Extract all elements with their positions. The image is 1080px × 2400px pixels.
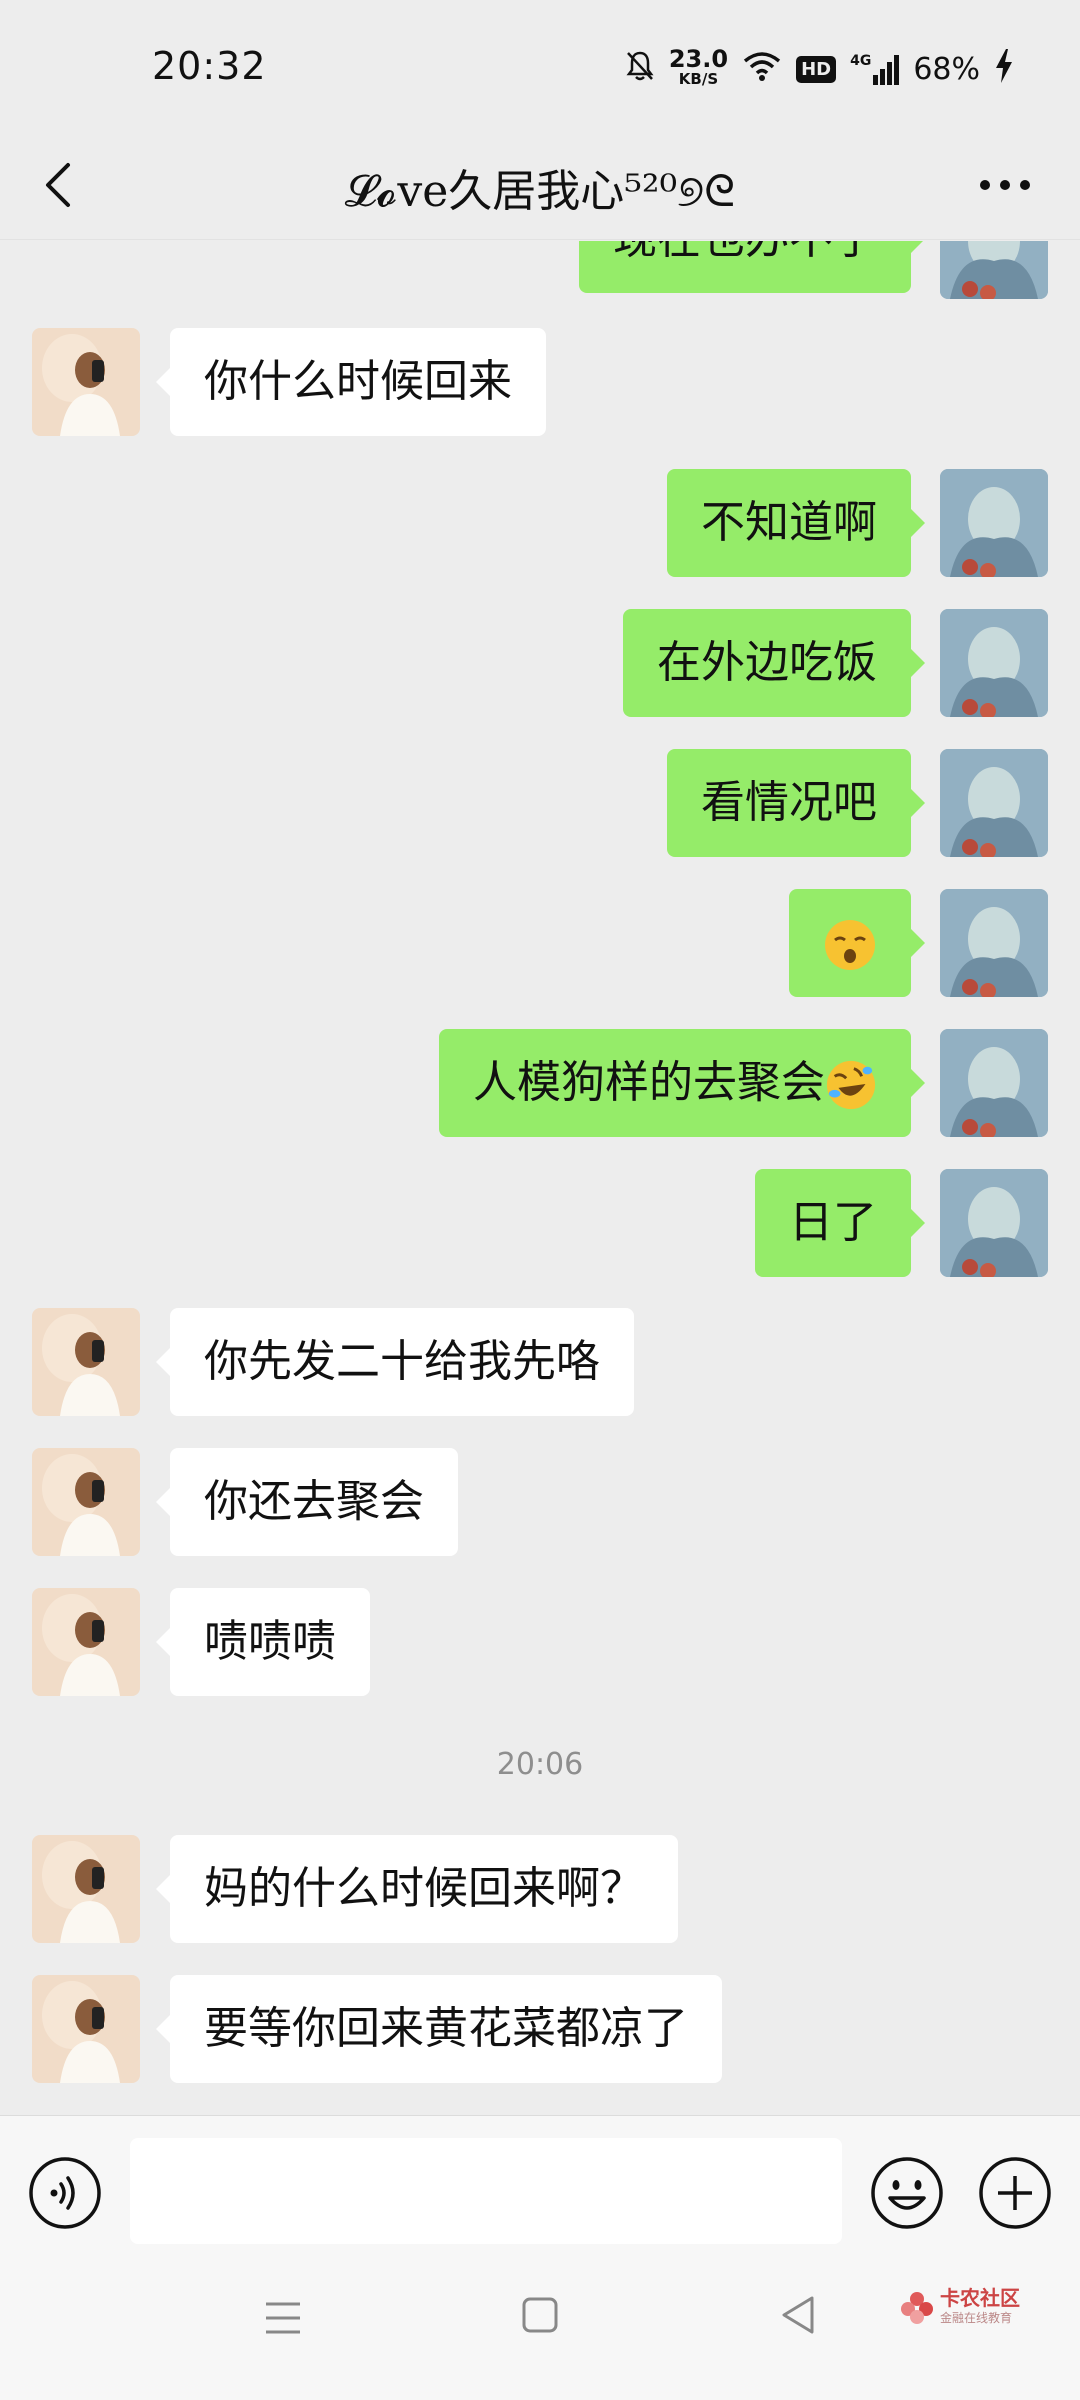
- avatar-self[interactable]: [940, 889, 1048, 997]
- avatar-other[interactable]: [32, 1308, 140, 1416]
- emoji-button[interactable]: [870, 2156, 944, 2230]
- message-bubble[interactable]: 看情况吧: [667, 749, 925, 857]
- watermark-text: 卡农社区 金融在线教育: [940, 2288, 1020, 2328]
- kissing-face-emoji-icon: [825, 920, 875, 970]
- voice-icon: [29, 2157, 101, 2229]
- rolling-laughing-emoji-icon: [826, 1060, 876, 1110]
- avatar-other[interactable]: [32, 328, 140, 436]
- nav-recents-button[interactable]: [262, 2298, 304, 2338]
- message-bubble-emoji[interactable]: [789, 889, 925, 997]
- message-input[interactable]: [130, 2138, 842, 2244]
- avatar-other[interactable]: [32, 1448, 140, 1556]
- watermark-title: 卡农社区: [940, 2286, 1020, 2310]
- chat-header: 𝓛𝓸ve久居我心⁵²⁰୭ᘓ: [0, 135, 1080, 240]
- message-text: 人模狗样的去聚会: [473, 1057, 825, 1108]
- avatar-self[interactable]: [940, 241, 1048, 299]
- voice-button[interactable]: [28, 2156, 102, 2230]
- signal-icon: 4G: [850, 53, 900, 85]
- more-dots-icon: [980, 180, 1030, 190]
- message-bubble[interactable]: 人模狗样的去聚会: [439, 1029, 925, 1137]
- triangle-back-icon: [782, 2296, 814, 2334]
- network-type: 4G: [850, 53, 872, 69]
- hd-badge: HD: [796, 55, 837, 83]
- more-options-button[interactable]: [970, 155, 1040, 215]
- nav-back-button[interactable]: [778, 2292, 818, 2338]
- message-bubble[interactable]: 啧啧啧: [156, 1588, 370, 1696]
- charging-icon: [994, 48, 1014, 90]
- net-speed-unit: KB/S: [678, 70, 719, 88]
- wifi-icon: [742, 50, 782, 89]
- avatar-self[interactable]: [940, 609, 1048, 717]
- net-speed: 23.0 KB/S: [668, 45, 729, 89]
- avatar-self[interactable]: [940, 469, 1048, 577]
- status-time: 20:32: [152, 44, 267, 88]
- flower-logo-icon: [901, 2292, 933, 2324]
- avatar-self[interactable]: [940, 1029, 1048, 1137]
- avatar-other[interactable]: [32, 1588, 140, 1696]
- plus-button[interactable]: [978, 2156, 1052, 2230]
- watermark: 卡农社区 金融在线教育: [900, 2288, 1020, 2328]
- avatar-other[interactable]: [32, 1835, 140, 1943]
- square-icon: [522, 2297, 558, 2333]
- message-bubble[interactable]: 日了: [755, 1169, 925, 1277]
- message-bubble-partial[interactable]: 现在也办不了: [579, 241, 925, 293]
- avatar-other[interactable]: [32, 1975, 140, 2083]
- watermark-subtitle: 金融在线教育: [940, 2311, 1013, 2325]
- message-bubble[interactable]: 不知道啊: [667, 469, 925, 577]
- message-bubble[interactable]: 你还去聚会: [156, 1448, 458, 1556]
- battery-percent: 68%: [913, 51, 980, 87]
- message-bubble[interactable]: 你先发二十给我先咯: [156, 1308, 634, 1416]
- message-bubble[interactable]: 在外边吃饭: [623, 609, 925, 717]
- menu-lines-icon: [266, 2302, 300, 2334]
- mute-bell-icon: [625, 50, 655, 89]
- message-bubble[interactable]: 你什么时候回来: [156, 328, 546, 436]
- avatar-self[interactable]: [940, 1169, 1048, 1277]
- plus-icon: [979, 2157, 1051, 2229]
- avatar-self[interactable]: [940, 749, 1048, 857]
- emoji-icon: [871, 2157, 943, 2229]
- system-nav-bar: 卡农社区 金融在线教育: [0, 2250, 1080, 2400]
- message-timestamp: 20:06: [496, 1747, 584, 1782]
- status-icons: 23.0 KB/S HD 4G 68%: [625, 44, 1014, 94]
- message-bubble[interactable]: 要等你回来黄花菜都凉了: [156, 1975, 722, 2083]
- input-bar: [0, 2115, 1080, 2250]
- net-speed-value: 23.0: [668, 45, 729, 73]
- status-bar: 20:32 23.0 KB/S HD 4G 68%: [0, 0, 1080, 135]
- chat-title: 𝓛𝓸ve久居我心⁵²⁰୭ᘓ: [344, 166, 736, 217]
- nav-home-button[interactable]: [520, 2295, 560, 2335]
- message-bubble[interactable]: 妈的什么时候回来啊？: [156, 1835, 678, 1943]
- chat-list[interactable]: 现在也办不了 你什么时候回来 不知道啊: [0, 241, 1080, 2115]
